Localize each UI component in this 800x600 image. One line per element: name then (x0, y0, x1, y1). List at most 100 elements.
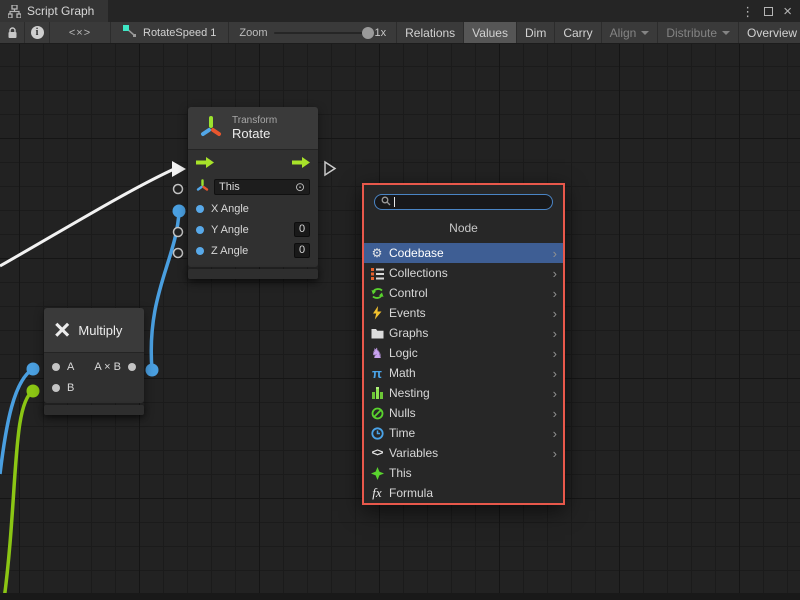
formula-icon: fx (369, 486, 385, 501)
tab-script-graph[interactable]: Script Graph (0, 0, 108, 22)
finder-item-formula[interactable]: fx Formula (364, 483, 563, 503)
item-label: Codebase (389, 246, 549, 260)
fuzzy-finder-popup: Node ⚙ Codebase › Collections (362, 183, 565, 505)
finder-item-this[interactable]: This (364, 463, 563, 483)
tab-bar: Script Graph ⋮ × (0, 0, 800, 22)
finder-item-math[interactable]: π Math › (364, 363, 563, 383)
graph-hierarchy-icon (8, 5, 21, 18)
cycle-arrows-icon (369, 286, 385, 301)
z-angle-label: Z Angle (211, 245, 287, 257)
y-angle-value-field[interactable]: 0 (294, 222, 310, 237)
this-star-icon (369, 466, 385, 481)
maximize-icon[interactable] (764, 7, 773, 16)
finder-item-control[interactable]: Control › (364, 283, 563, 303)
close-icon[interactable]: × (783, 4, 792, 19)
values-button[interactable]: Values (464, 22, 517, 43)
overview-button[interactable]: Overview (739, 22, 800, 43)
finder-search-area (364, 185, 563, 214)
x-angle-port[interactable] (196, 205, 204, 213)
info-button[interactable]: i (25, 22, 50, 43)
unconnected-port-yangle[interactable] (174, 228, 183, 237)
relations-button[interactable]: Relations (397, 22, 464, 43)
carry-button[interactable]: Carry (555, 22, 601, 43)
finder-item-collections[interactable]: Collections › (364, 263, 563, 283)
wire-endpoint[interactable] (146, 364, 159, 377)
item-label: Variables (389, 446, 549, 460)
search-input[interactable] (398, 196, 546, 208)
item-label: Formula (389, 486, 557, 500)
a-row: A A × B (44, 356, 144, 377)
dim-button[interactable]: Dim (517, 22, 555, 43)
text-caret (394, 197, 395, 207)
finder-item-nesting[interactable]: Nesting › (364, 383, 563, 403)
list-icon (369, 266, 385, 281)
relations-label: Relations (405, 26, 455, 40)
info-icon: i (31, 26, 44, 39)
y-angle-label: Y Angle (211, 224, 287, 236)
finder-item-nulls[interactable]: Nulls › (364, 403, 563, 423)
visual-scripting-window: Script Graph ⋮ × i <×> (0, 0, 800, 600)
window-controls: ⋮ × (741, 0, 800, 22)
zoom-slider-handle[interactable] (362, 27, 374, 39)
flow-wire-arrowhead (172, 161, 186, 177)
z-angle-value-field[interactable]: 0 (294, 243, 310, 258)
chevron-right-icon: › (553, 427, 557, 440)
wire-endpoint[interactable] (173, 205, 186, 218)
chevron-right-icon: › (553, 447, 557, 460)
transform-gizmo-small-icon (196, 179, 209, 195)
finder-item-logic[interactable]: ♞ Logic › (364, 343, 563, 363)
menu-kebab-icon[interactable]: ⋮ (741, 5, 754, 18)
chevron-right-icon: › (553, 247, 557, 260)
y-angle-port[interactable] (196, 226, 204, 234)
align-dropdown[interactable]: Align (602, 22, 659, 43)
node-transform-rotate[interactable]: Transform Rotate (188, 107, 318, 279)
item-label: Math (389, 366, 549, 380)
zoom-label: Zoom (239, 27, 267, 39)
finder-item-variables[interactable]: <> Variables › (364, 443, 563, 463)
rotate-node-footer (188, 269, 318, 279)
wire-endpoint[interactable] (27, 385, 40, 398)
graph-root-label: RotateSpeed 1 (143, 27, 216, 39)
finder-item-graphs[interactable]: Graphs › (364, 323, 563, 343)
graph-canvas[interactable]: Transform Rotate (0, 44, 800, 600)
item-label: Nesting (389, 386, 549, 400)
this-object-field[interactable]: This ⊙ (214, 179, 310, 195)
finder-category-header: Node (364, 214, 563, 243)
folder-icon (369, 326, 385, 341)
unconnected-port-zangle[interactable] (174, 249, 183, 258)
finder-item-time[interactable]: Time › (364, 423, 563, 443)
dim-label: Dim (525, 26, 546, 40)
distribute-dropdown[interactable]: Distribute (658, 22, 739, 43)
this-port-row: This ⊙ (188, 176, 318, 198)
clock-icon (369, 426, 385, 441)
result-port[interactable] (128, 363, 136, 371)
node-multiply[interactable]: × Multiply A A × B B (44, 308, 144, 415)
graph-root-button[interactable]: RotateSpeed 1 (111, 22, 229, 43)
wire-endpoint[interactable] (27, 363, 40, 376)
a-port[interactable] (52, 363, 60, 371)
transform-gizmo-icon (198, 114, 224, 143)
a-label: A (67, 361, 74, 373)
chevron-right-icon: › (553, 267, 557, 280)
node-title: Rotate (232, 126, 277, 141)
flow-wire[interactable] (0, 169, 174, 266)
lock-button[interactable] (0, 22, 25, 43)
object-picker-icon[interactable]: ⊙ (295, 181, 305, 193)
finder-item-codebase[interactable]: ⚙ Codebase › (364, 243, 563, 263)
unconnected-port-this[interactable] (174, 185, 183, 194)
zoom-slider[interactable] (274, 32, 369, 34)
nested-graph-icon (369, 386, 385, 401)
item-label: Nulls (389, 406, 549, 420)
item-label: Time (389, 426, 549, 440)
search-box[interactable] (374, 194, 553, 210)
rotate-node-header[interactable]: Transform Rotate (188, 107, 318, 150)
multiply-node-header[interactable]: × Multiply (44, 308, 144, 353)
flow-input-port[interactable] (196, 157, 214, 171)
b-port[interactable] (52, 384, 60, 392)
angle-brackets-icon: <> (369, 446, 385, 461)
item-label: Control (389, 286, 549, 300)
z-angle-port[interactable] (196, 247, 204, 255)
code-view-button[interactable]: <×> (50, 22, 111, 43)
finder-item-events[interactable]: Events › (364, 303, 563, 323)
flow-output-port[interactable] (292, 157, 310, 171)
